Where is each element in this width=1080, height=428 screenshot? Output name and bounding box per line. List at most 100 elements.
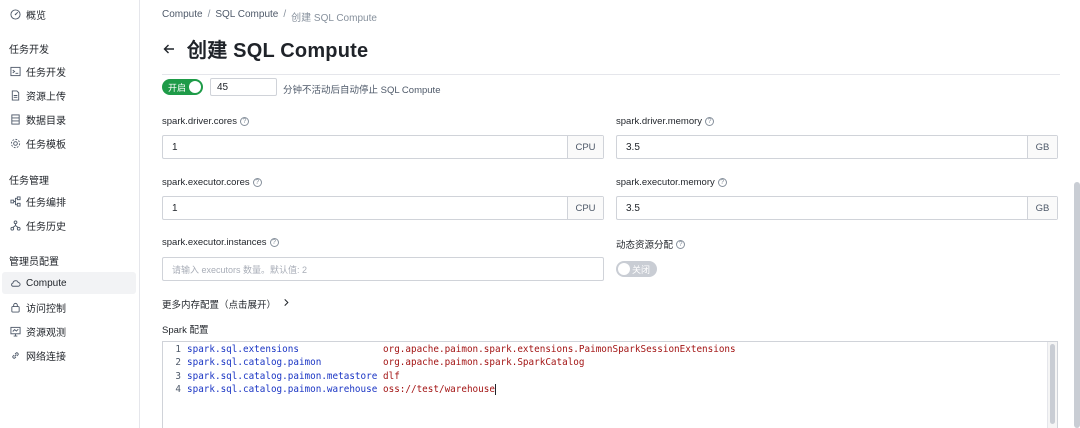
breadcrumb-separator: / <box>207 9 211 20</box>
sidebar-group-title: 任务开发 <box>9 45 49 56</box>
executor-memory-label: spark.executor.memory ? <box>616 177 727 188</box>
breadcrumb: Compute / SQL Compute / 创建 SQL Compute <box>162 9 377 24</box>
help-icon[interactable]: ? <box>676 239 686 249</box>
dynamic-allocation-toggle[interactable]: 关闭 <box>616 261 657 277</box>
help-icon[interactable]: ? <box>252 178 262 187</box>
field-label-text: spark.driver.memory <box>616 116 703 127</box>
sidebar-item-task-history[interactable]: 任务历史 <box>0 214 138 236</box>
sidebar-item-data-catalog[interactable]: 数据目录 <box>0 108 138 130</box>
breadcrumb-item[interactable]: Compute <box>162 9 203 24</box>
line-number: 4 <box>175 384 181 395</box>
sidebar-item-label: 任务历史 <box>26 221 66 233</box>
code-key: spark.sql.catalog.paimon.metastore <box>187 371 378 382</box>
unit-addon: GB <box>1027 136 1057 158</box>
sidebar-item-task-dev[interactable]: 任务开发 <box>0 60 138 82</box>
expand-label: 更多内存配置（点击展开） <box>162 300 277 311</box>
divider <box>162 74 1060 75</box>
sidebar-item-label: 资源上传 <box>26 91 66 103</box>
sidebar-group-title: 任务管理 <box>9 176 49 187</box>
cloud-icon <box>9 277 21 289</box>
dynamic-allocation-label: 动态资源分配 ? <box>616 237 686 251</box>
more-memory-config-toggle[interactable]: 更多内存配置（点击展开） <box>162 297 291 311</box>
help-icon[interactable]: ? <box>717 178 727 187</box>
link-icon <box>9 349 21 361</box>
title-row: 创建 SQL Compute <box>162 34 368 63</box>
code-key: spark.sql.extensions <box>187 344 299 355</box>
gear-icon <box>9 137 21 149</box>
sidebar-item-label: 任务编排 <box>26 197 66 209</box>
code-line: 1 spark.sql.extensions org.apache.paimon… <box>163 343 735 356</box>
auto-stop-description: 分钟不活动后自动停止 SQL Compute <box>283 85 441 96</box>
sidebar-item-resource-monitor[interactable]: 资源观测 <box>0 320 138 342</box>
executor-memory-input[interactable]: 3.5 GB <box>616 196 1058 220</box>
driver-cores-input[interactable]: 1 CPU <box>162 135 604 159</box>
back-arrow-icon[interactable] <box>162 42 176 56</box>
input-value: 3.5 <box>626 141 640 153</box>
code-value: org.apache.paimon.spark.SparkCatalog <box>383 357 585 368</box>
field-label-text: spark.executor.instances <box>162 237 267 248</box>
text-cursor <box>494 384 496 395</box>
sidebar-item-overview[interactable]: 概览 <box>0 3 138 25</box>
sidebar-item-label: 任务模板 <box>26 139 66 151</box>
sidebar-item-label: 任务开发 <box>26 67 66 79</box>
editor-scrollbar[interactable] <box>1047 342 1057 428</box>
page-scrollbar[interactable] <box>1074 182 1080 428</box>
code-line: 4 spark.sql.catalog.paimon.warehouse oss… <box>163 383 1043 396</box>
code-key: spark.sql.catalog.paimon.warehouse <box>187 384 378 395</box>
sidebar-item-access-control[interactable]: 访问控制 <box>0 296 138 318</box>
field-label-text: spark.executor.cores <box>162 177 250 188</box>
executor-cores-label: spark.executor.cores ? <box>162 177 262 188</box>
workflow-icon <box>9 195 21 207</box>
input-value: 3.5 <box>626 202 640 214</box>
terminal-icon <box>9 65 21 77</box>
monitor-icon <box>9 325 21 337</box>
unit-addon: CPU <box>567 136 603 158</box>
help-icon[interactable]: ? <box>269 238 279 247</box>
executor-instances-input[interactable]: 请输入 executors 数量。默认值: 2 <box>162 257 604 281</box>
driver-memory-input[interactable]: 3.5 GB <box>616 135 1058 159</box>
breadcrumb-current: 创建 SQL Compute <box>291 13 377 24</box>
sidebar-item-network[interactable]: 网络连接 <box>0 344 138 366</box>
code-key: spark.sql.catalog.paimon <box>187 357 322 368</box>
spark-config-editor[interactable]: 1 spark.sql.extensions org.apache.paimon… <box>162 341 1058 428</box>
scrollbar-thumb[interactable] <box>1050 344 1055 424</box>
sidebar-item-task-template[interactable]: 任务模板 <box>0 132 138 154</box>
unit-addon: CPU <box>567 197 603 219</box>
code-line: 2 spark.sql.catalog.paimon org.apache.pa… <box>163 356 584 369</box>
input-value: 1 <box>172 202 178 214</box>
help-icon[interactable]: ? <box>705 117 715 126</box>
code-value: oss://test/warehouse <box>383 384 495 395</box>
sidebar-item-resource-upload[interactable]: 资源上传 <box>0 84 138 106</box>
toggle-label: 关闭 <box>632 264 651 275</box>
sidebar-item-compute[interactable]: Compute <box>2 272 136 294</box>
file-icon <box>9 89 21 101</box>
unit-addon: GB <box>1027 197 1057 219</box>
driver-cores-label: spark.driver.cores ? <box>162 116 249 127</box>
sidebar-item-label: Compute <box>26 277 67 289</box>
main-content: Compute / SQL Compute / 创建 SQL Compute 创… <box>141 0 1080 428</box>
toggle-label: 开启 <box>168 82 187 93</box>
auto-stop-minutes-input[interactable]: 45 <box>210 78 277 96</box>
sidebar-item-label: 数据目录 <box>26 115 66 127</box>
line-number: 2 <box>175 357 181 368</box>
sidebar-group-title: 管理员配置 <box>9 257 59 268</box>
history-icon <box>9 219 21 231</box>
chevron-right-icon <box>282 298 291 310</box>
executor-cores-input[interactable]: 1 CPU <box>162 196 604 220</box>
line-number: 1 <box>175 344 181 355</box>
toggle-knob <box>189 81 201 93</box>
help-icon[interactable]: ? <box>239 117 249 126</box>
line-number: 3 <box>175 371 181 382</box>
sidebar-item-workflow[interactable]: 任务编排 <box>0 190 138 212</box>
executor-instances-label: spark.executor.instances ? <box>162 237 279 248</box>
sidebar: 概览 任务开发 任务开发 资源上传 数据目录 任务模板 任务管理 任务编排 任务… <box>0 0 140 428</box>
driver-memory-label: spark.driver.memory ? <box>616 116 715 127</box>
code-line: 3 spark.sql.catalog.paimon.metastore dlf <box>163 370 399 383</box>
spark-config-label: Spark 配置 <box>162 325 209 336</box>
sidebar-item-label: 网络连接 <box>26 351 66 363</box>
auto-stop-toggle[interactable]: 开启 <box>162 79 203 95</box>
breadcrumb-separator: / <box>283 9 287 20</box>
breadcrumb-item[interactable]: SQL Compute <box>215 9 278 24</box>
sidebar-item-label: 资源观测 <box>26 327 66 339</box>
input-placeholder: 请输入 executors 数量。默认值: 2 <box>172 264 308 275</box>
